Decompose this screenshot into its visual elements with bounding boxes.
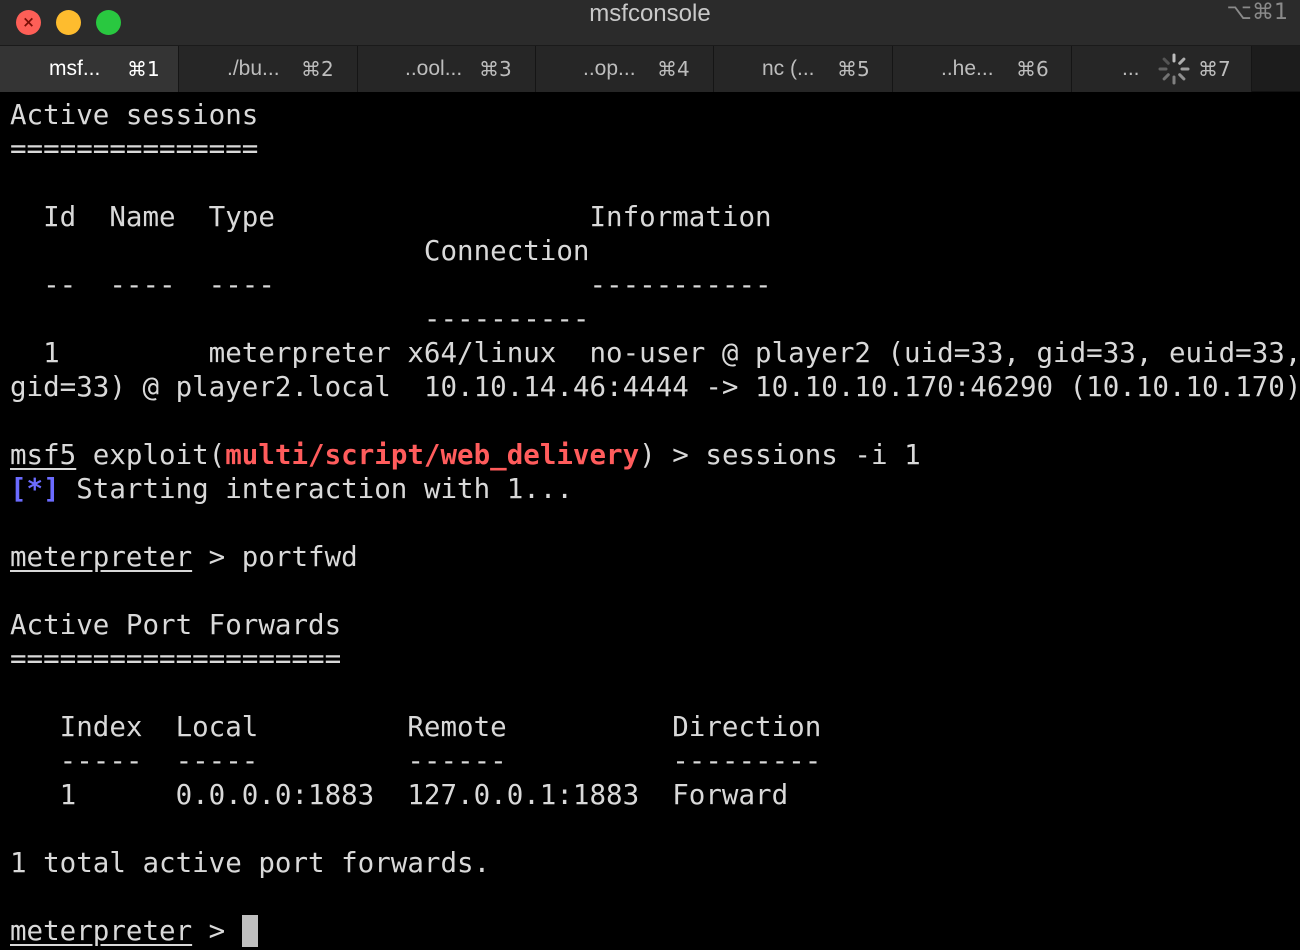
- sessions-underline: ===============: [10, 133, 259, 165]
- forwards-header: Index Local Remote Direction: [10, 711, 822, 743]
- forwards-total: 1 total active port forwards.: [10, 847, 491, 879]
- sessions-rule-wrap: ----------: [10, 303, 590, 335]
- tab-label: ...: [1122, 57, 1140, 80]
- meterpreter-prompt-line: meterpreter > portfwd: [10, 540, 358, 574]
- tab-label: ./bu...: [227, 57, 280, 80]
- prompt-arrow: >: [192, 541, 242, 573]
- exploit-close: ) >: [639, 439, 706, 471]
- tab-bar: msf... ⌘1 ./bu... ⌘2 ..ool... ⌘3 ..op...…: [0, 46, 1300, 138]
- tab-shortcut: ⌘6: [1016, 57, 1049, 81]
- session-row-wrap: gid=33) @ player2.local 10.10.14.46:4444…: [10, 371, 1300, 403]
- forwards-rule: ----- ----- ------ ---------: [10, 745, 822, 777]
- tab-6[interactable]: ..he... ⌘6: [893, 46, 1072, 92]
- forwards-underline: ====================: [10, 643, 342, 675]
- module-name: multi/script/web_delivery: [225, 439, 640, 471]
- sessions-heading: Active sessions: [10, 99, 259, 131]
- tab-label: ..he...: [941, 57, 994, 80]
- active-prompt-line[interactable]: meterpreter >: [10, 914, 258, 948]
- tab-3[interactable]: ..ool... ⌘3: [358, 46, 536, 92]
- command-text: sessions -i 1: [705, 439, 921, 471]
- forwards-row: 1 0.0.0.0:1883 127.0.0.1:1883 Forward: [10, 779, 789, 811]
- terminal-window: × msfconsole ⌥⌘1 msf... ⌘1 ./bu... ⌘2 ..…: [0, 0, 1300, 950]
- tab-label: nc (...: [762, 57, 815, 80]
- sessions-header-wrap: Connection: [10, 235, 590, 267]
- text-cursor: [241, 915, 258, 947]
- status-text: Starting interaction with 1...: [59, 473, 573, 505]
- tab-shortcut: ⌘2: [301, 57, 334, 81]
- tab-shortcut: ⌘3: [479, 57, 512, 81]
- title-bar[interactable]: × msfconsole ⌥⌘1: [0, 0, 1300, 46]
- prompt-arrow: >: [192, 915, 242, 947]
- msf-prompt: msf5: [10, 439, 77, 471]
- tab-shortcut: ⌘1: [127, 57, 160, 81]
- window-title: msfconsole: [589, 0, 711, 27]
- terminal-output[interactable]: Active sessions =============== Id Name …: [0, 92, 1300, 950]
- meterpreter-prompt: meterpreter: [10, 541, 193, 573]
- tab-4[interactable]: ..op... ⌘4: [536, 46, 714, 92]
- tab-shortcut: ⌘4: [657, 57, 690, 81]
- exploit-open: exploit(: [76, 439, 226, 471]
- tab-5[interactable]: nc (... ⌘5: [714, 46, 893, 92]
- status-marker: [*]: [10, 473, 60, 505]
- session-row: 1 meterpreter x64/linux no-user @ player…: [10, 337, 1300, 369]
- msf-prompt-line: msf5 exploit(multi/script/web_delivery) …: [10, 438, 921, 472]
- spinner-icon: [1158, 53, 1190, 85]
- tab-shortcut: ⌘5: [837, 57, 870, 81]
- status-line: [*] Starting interaction with 1...: [10, 472, 573, 506]
- tab-label: msf...: [49, 57, 101, 80]
- tab-label: ..op...: [583, 57, 636, 80]
- tab-shortcut: ⌘7: [1198, 57, 1231, 81]
- tab-1[interactable]: msf... ⌘1: [0, 46, 179, 92]
- sessions-header: Id Name Type Information: [10, 201, 772, 233]
- tab-2[interactable]: ./bu... ⌘2: [179, 46, 358, 92]
- sessions-rule: -- ---- ---- -----------: [10, 269, 772, 301]
- tab-label: ..ool...: [405, 57, 463, 80]
- window-shortcut: ⌥⌘1: [1226, 0, 1288, 25]
- forwards-heading: Active Port Forwards: [10, 609, 342, 641]
- command-text: portfwd: [241, 541, 358, 573]
- meterpreter-prompt: meterpreter: [10, 915, 193, 947]
